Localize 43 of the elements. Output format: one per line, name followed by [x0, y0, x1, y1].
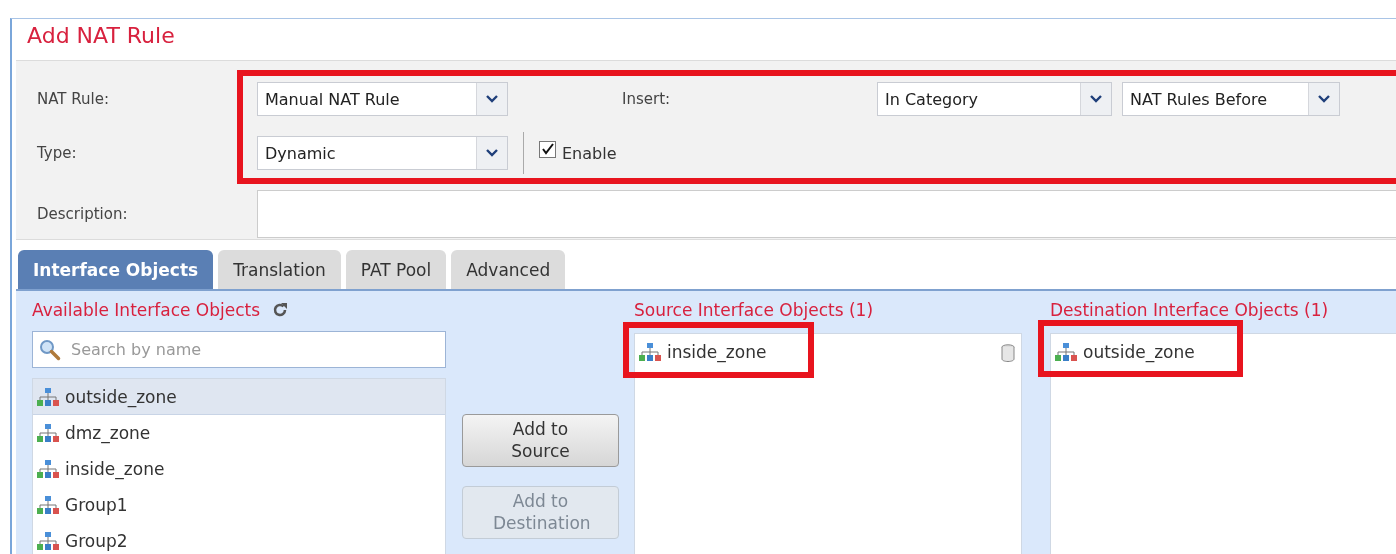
- description-field[interactable]: [257, 190, 1396, 238]
- chevron-down-icon: [486, 95, 498, 103]
- list-item[interactable]: outside_zone: [1051, 334, 1396, 370]
- list-item[interactable]: inside_zone: [635, 334, 767, 370]
- dropdown[interactable]: In Category: [877, 82, 1112, 116]
- tab[interactable]: Advanced: [451, 250, 566, 289]
- add-button[interactable]: Add to Source: [462, 414, 619, 467]
- dropdown[interactable]: NAT Rules Before: [1122, 82, 1340, 116]
- search-field[interactable]: Search by name: [69, 339, 445, 360]
- network-icon: [37, 424, 59, 442]
- network-icon: [37, 496, 59, 514]
- list-item[interactable]: outside_zone: [33, 379, 445, 415]
- dropdown[interactable]: Manual NAT Rule: [257, 82, 508, 116]
- panel-heading: Destination Interface Objects (1): [1050, 300, 1329, 320]
- network-icon: [639, 343, 661, 361]
- network-icon: [37, 460, 59, 478]
- search-icon: [39, 338, 61, 361]
- tab[interactable]: Interface Objects: [18, 250, 214, 289]
- trash-icon[interactable]: [1001, 344, 1015, 362]
- checkbox-label: Enable: [562, 143, 617, 163]
- list-item[interactable]: Group1: [33, 487, 445, 523]
- dialog-title: Add NAT Rule: [26, 22, 176, 50]
- list-item[interactable]: dmz_zone: [33, 415, 445, 451]
- network-icon: [37, 532, 59, 550]
- chevron-down-icon: [1318, 95, 1330, 103]
- checkbox[interactable]: [539, 140, 556, 158]
- tab[interactable]: Translation: [218, 250, 341, 289]
- network-icon: [37, 387, 59, 406]
- refresh-icon[interactable]: [272, 302, 289, 318]
- panel-heading: Source Interface Objects (1): [634, 300, 873, 320]
- chevron-down-icon: [486, 149, 498, 157]
- network-icon: [1055, 343, 1077, 361]
- dropdown[interactable]: Dynamic: [257, 136, 508, 170]
- search-field[interactable]: Search by name: [32, 331, 446, 368]
- field-label: Description:: [37, 205, 129, 223]
- field-label: NAT Rule:: [37, 90, 110, 108]
- tab[interactable]: PAT Pool: [345, 250, 447, 289]
- list-item[interactable]: Group2: [33, 523, 445, 554]
- field-label: Type:: [37, 144, 78, 162]
- field-label: Insert:: [622, 90, 672, 108]
- chevron-down-icon: [1090, 95, 1102, 103]
- list-item[interactable]: inside_zone: [33, 451, 445, 487]
- panel-heading: Available Interface Objects: [32, 300, 261, 320]
